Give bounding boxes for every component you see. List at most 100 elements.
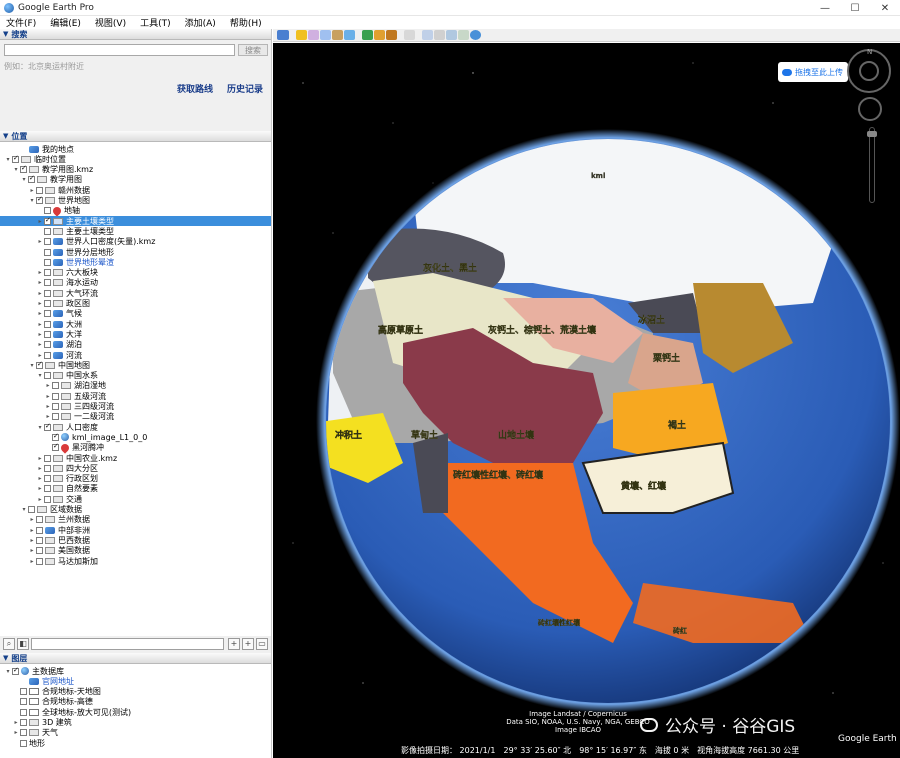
tree-item[interactable]: 合规地标-天地图 <box>0 687 271 697</box>
expand-toggle-icon[interactable]: ▾ <box>36 424 44 431</box>
expand-toggle-icon[interactable]: ▸ <box>28 537 36 544</box>
visibility-checkbox[interactable] <box>44 238 51 246</box>
expand-toggle-icon[interactable]: ▸ <box>36 341 44 348</box>
move-up-icon[interactable]: + <box>228 637 240 650</box>
tree-item[interactable]: kml_image_L1_0_0 <box>0 432 271 442</box>
tree-item[interactable]: 主要土壤类型 <box>0 226 271 236</box>
compass-control[interactable]: N <box>847 48 891 93</box>
tree-item[interactable]: ▸ 六大板块 <box>0 268 271 278</box>
tree-item[interactable]: ▾教学用图.kmz <box>0 164 271 175</box>
tree-item[interactable]: ▸ 世界人口密度(矢量).kmz <box>0 237 271 247</box>
collapse-triangle-icon[interactable]: ▼ <box>3 30 8 38</box>
visibility-checkbox[interactable] <box>44 495 51 503</box>
maximize-button[interactable]: ☐ <box>840 0 870 16</box>
visibility-checkbox[interactable] <box>52 442 59 452</box>
view-in-maps-icon[interactable] <box>458 30 469 40</box>
tree-item[interactable]: ▾教学用图 <box>0 174 271 185</box>
tree-item[interactable]: ▾ 人口密度 <box>0 422 271 432</box>
email-icon[interactable] <box>422 30 433 40</box>
menu-add[interactable]: 添加(A) <box>185 16 216 29</box>
tree-item[interactable]: 地轴 <box>0 205 271 217</box>
expand-toggle-icon[interactable]: ▸ <box>12 729 20 736</box>
visibility-checkbox[interactable] <box>36 526 43 534</box>
tree-item[interactable]: 官网地址 <box>0 676 271 686</box>
visibility-checkbox[interactable] <box>44 258 51 266</box>
menu-file[interactable]: 文件(F) <box>6 16 36 29</box>
visibility-checkbox[interactable] <box>28 174 35 184</box>
tree-item[interactable]: ▾ 中国水系 <box>0 371 271 381</box>
tree-item[interactable]: ▸ 一二级河流 <box>0 412 271 422</box>
visibility-checkbox[interactable] <box>52 403 59 410</box>
ruler-icon[interactable] <box>404 30 415 40</box>
expand-toggle-icon[interactable]: ▸ <box>44 393 52 400</box>
search-panel-header[interactable]: ▼ 搜索 <box>0 29 271 40</box>
visibility-checkbox[interactable] <box>44 422 51 431</box>
zoom-slider[interactable] <box>869 127 875 203</box>
expand-toggle-icon[interactable]: ▸ <box>28 527 36 534</box>
tree-item[interactable]: ▸ 大洲 <box>0 319 271 329</box>
expand-toggle-icon[interactable]: ▸ <box>28 187 36 194</box>
expand-toggle-icon[interactable]: ▸ <box>36 485 44 492</box>
visibility-checkbox[interactable] <box>20 729 27 737</box>
menu-tools[interactable]: 工具(T) <box>140 16 171 29</box>
places-filter-input[interactable] <box>31 637 224 650</box>
tree-item[interactable]: ▸ 大气环流 <box>0 288 271 298</box>
tree-item[interactable]: ▸ 五级河流 <box>0 391 271 401</box>
search-icon[interactable]: ⌕ <box>3 637 15 650</box>
expand-toggle-icon[interactable]: ▸ <box>28 516 36 523</box>
tree-item[interactable]: ▾中国地图 <box>0 360 271 370</box>
tree-item[interactable]: ▾主数据库 <box>0 666 271 676</box>
visibility-checkbox[interactable] <box>44 289 51 297</box>
tree-item[interactable]: ▸ 天气 <box>0 728 271 738</box>
visibility-checkbox[interactable] <box>44 227 51 235</box>
map-view[interactable]: 灰化土、黑土 灰钙土、棕钙土、荒漠土壤 冰沼土 栗钙土 褐土 黄壤、红壤 山地土… <box>273 43 900 758</box>
tree-item[interactable]: ▸ 赣州数据 <box>0 185 271 195</box>
upload-button[interactable]: 拖拽至此上传 <box>778 62 848 82</box>
tree-item[interactable]: 全球地标-放大可见(测试) <box>0 707 271 717</box>
expand-toggle-icon[interactable]: ▸ <box>36 300 44 307</box>
add-path-icon[interactable] <box>320 30 331 40</box>
expand-toggle-icon[interactable]: ▸ <box>36 455 44 462</box>
tree-item[interactable]: ▸ 四大分区 <box>0 463 271 473</box>
expand-toggle-icon[interactable]: ▾ <box>28 362 36 369</box>
zoom-slider-knob[interactable] <box>867 131 877 137</box>
tree-item[interactable]: ▸ 行政区划 <box>0 474 271 484</box>
visibility-checkbox[interactable] <box>44 279 51 287</box>
expand-toggle-icon[interactable]: ▸ <box>44 382 52 389</box>
expand-toggle-icon[interactable]: ▸ <box>36 279 44 286</box>
visibility-checkbox[interactable] <box>44 341 51 349</box>
visibility-checkbox[interactable] <box>44 320 51 328</box>
visibility-checkbox[interactable] <box>44 330 51 338</box>
add-polygon-icon[interactable] <box>308 30 319 40</box>
visibility-checkbox[interactable] <box>12 666 19 675</box>
visibility-checkbox[interactable] <box>44 269 51 277</box>
tree-item[interactable]: ▸ 大洋 <box>0 329 271 339</box>
expand-toggle-icon[interactable]: ▸ <box>28 547 36 554</box>
tree-item[interactable]: 黑河腾冲 <box>0 442 271 454</box>
tree-item[interactable]: ▸ 3D 建筑 <box>0 718 271 728</box>
visibility-checkbox[interactable] <box>36 547 43 555</box>
move-down-icon[interactable]: + <box>242 637 254 650</box>
search-input[interactable] <box>4 44 235 56</box>
expand-toggle-icon[interactable]: ▸ <box>36 475 44 482</box>
visibility-checkbox[interactable] <box>44 248 51 256</box>
earth-globe-svg[interactable]: 灰化土、黑土 灰钙土、棕钙土、荒漠土壤 冰沼土 栗钙土 褐土 黄壤、红壤 山地土… <box>273 43 900 758</box>
expand-toggle-icon[interactable]: ▾ <box>12 166 20 173</box>
visibility-checkbox[interactable] <box>44 216 51 225</box>
tree-item[interactable]: ▸ 自然要素 <box>0 484 271 494</box>
visibility-checkbox[interactable] <box>20 739 27 747</box>
expand-toggle-icon[interactable]: ▾ <box>36 372 44 379</box>
print-icon[interactable] <box>434 30 445 40</box>
tree-item[interactable]: ▸ 马达加斯加 <box>0 556 271 566</box>
visibility-checkbox[interactable] <box>36 557 43 565</box>
expand-toggle-icon[interactable]: ▾ <box>28 197 36 204</box>
add-placemark-icon[interactable] <box>296 30 307 40</box>
visibility-checkbox[interactable] <box>20 698 27 706</box>
tree-item[interactable]: 合规地标-高德 <box>0 697 271 707</box>
tree-item[interactable]: ▸ 交通 <box>0 494 271 504</box>
folder-menu-icon[interactable]: ▭ <box>256 637 268 650</box>
visibility-checkbox[interactable] <box>44 372 51 380</box>
history-link[interactable]: 历史记录 <box>227 82 263 95</box>
visibility-checkbox[interactable] <box>44 300 51 307</box>
expand-toggle-icon[interactable]: ▸ <box>36 218 44 225</box>
